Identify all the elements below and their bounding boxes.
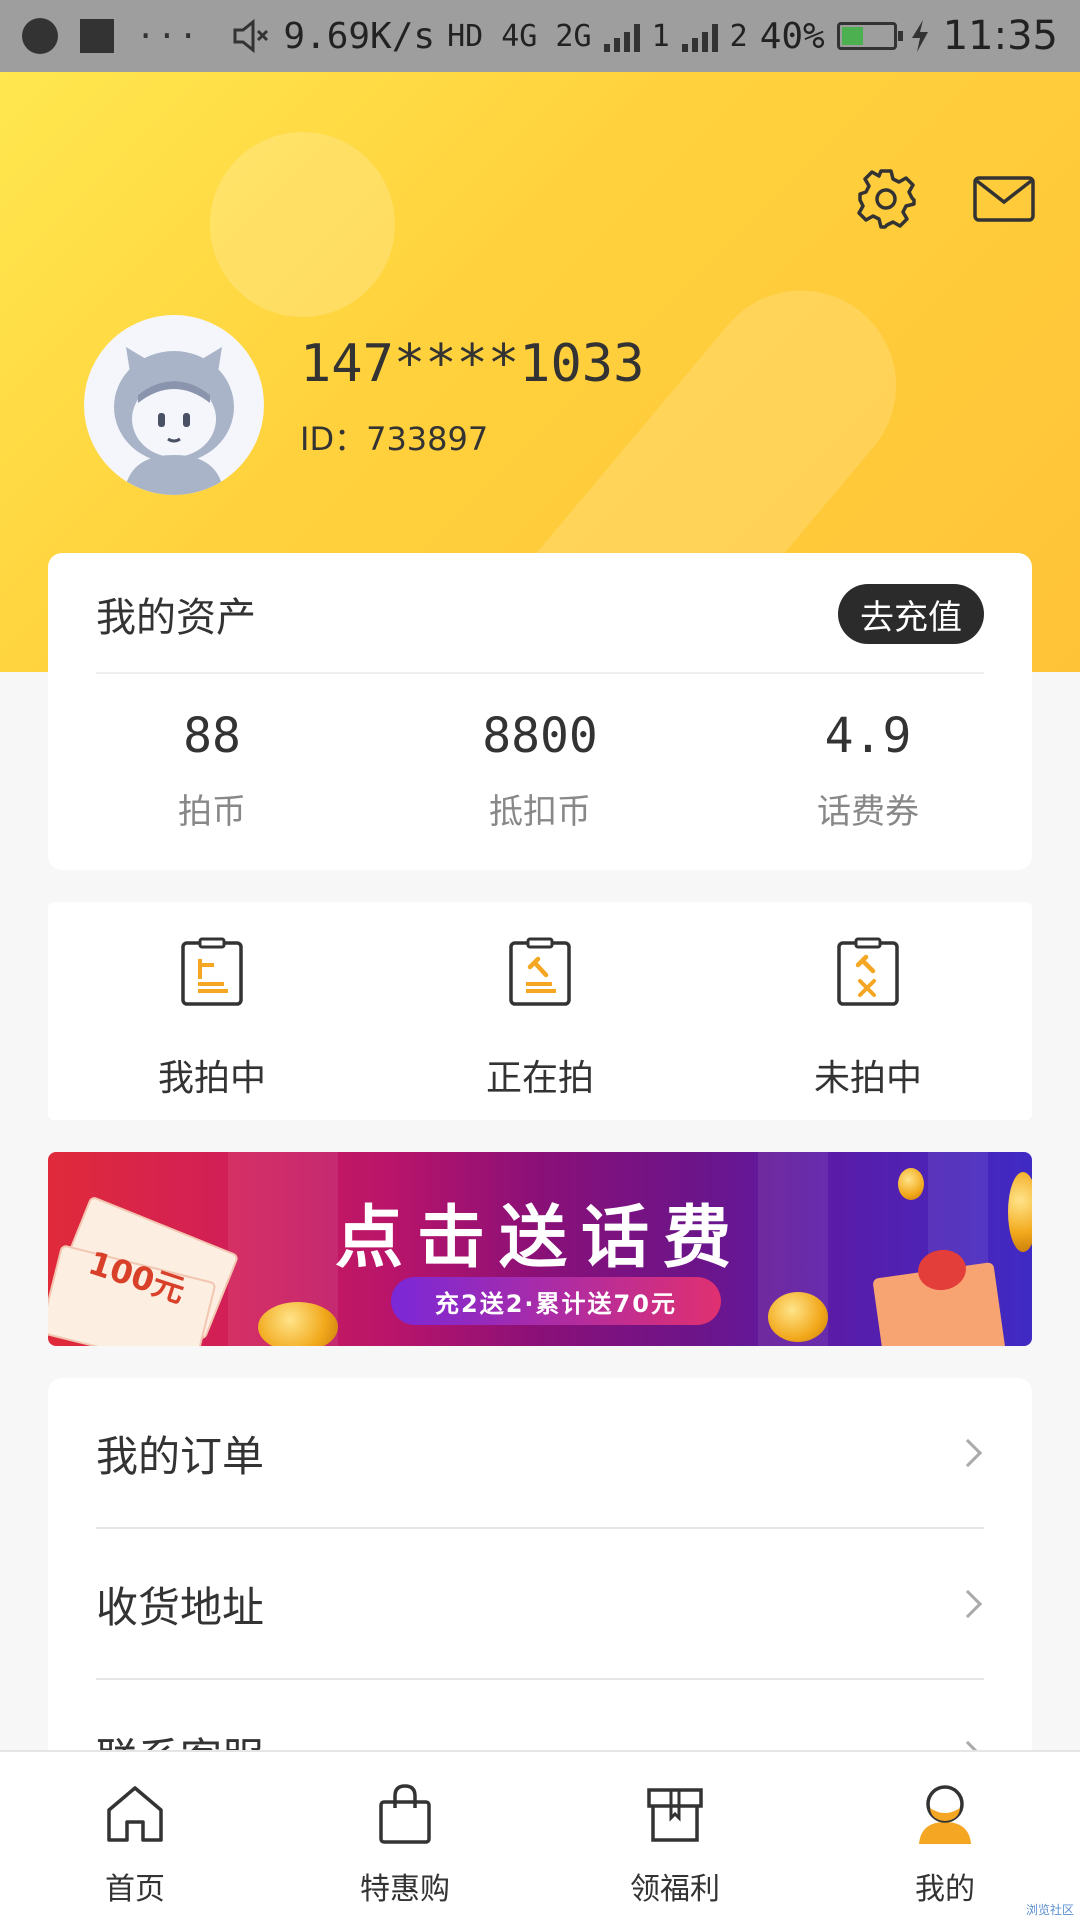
asset-item-dikoubi[interactable]: 8800 抵扣币 (376, 708, 704, 833)
auction-label: 我拍中 (157, 1058, 266, 1099)
auction-lost-item[interactable]: 未拍中 (704, 937, 1032, 1101)
menu-item-orders[interactable]: 我的订单 (96, 1378, 984, 1528)
gold-ingot-icon (258, 1302, 338, 1346)
globe-icon (22, 18, 58, 54)
asset-value: 4.9 (824, 708, 912, 764)
banner-title: 点击送话费 (334, 1199, 745, 1278)
mail-icon (973, 176, 1035, 222)
mute-icon (233, 18, 269, 54)
home-icon (107, 1786, 163, 1842)
asset-value: 8800 (482, 708, 598, 764)
decor-bubble (210, 132, 395, 317)
app-notification-icon (80, 19, 114, 53)
menu-list: 我的订单 收货地址 联系客服 (48, 1378, 1032, 1783)
battery-icon (836, 22, 903, 50)
clock: 11:35 (942, 13, 1058, 59)
user-phone: 147****1033 (300, 334, 645, 394)
chevron-right-icon (953, 1438, 983, 1468)
asset-label: 抵扣币 (489, 792, 591, 832)
tab-benefits[interactable]: 领福利 (595, 1782, 755, 1908)
chevron-right-icon (953, 1589, 983, 1619)
tab-deals[interactable]: 特惠购 (325, 1782, 485, 1908)
assets-title: 我的资产 (96, 595, 256, 641)
asset-item-phone-voucher[interactable]: 4.9 话费券 (704, 708, 1032, 833)
network-types: HD 4G 2G (447, 18, 592, 54)
settings-button[interactable] (851, 164, 921, 234)
network-speed: 9.69K/s (283, 15, 436, 57)
clipboard-bidding-icon (509, 937, 571, 1006)
auction-label: 未拍中 (813, 1058, 922, 1099)
auction-won-item[interactable]: 我拍中 (48, 937, 376, 1101)
auction-label: 正在拍 (485, 1058, 594, 1099)
menu-label: 我的订单 (96, 1431, 265, 1481)
recharge-button[interactable]: 去充值 (838, 584, 984, 644)
tab-label: 我的 (915, 1872, 975, 1907)
divider (96, 672, 984, 674)
avatar[interactable] (84, 315, 264, 495)
gear-icon (857, 169, 916, 229)
more-notifications-icon: ··· (136, 17, 200, 55)
menu-item-address[interactable]: 收货地址 (96, 1529, 984, 1679)
charging-icon (911, 20, 928, 52)
gift-box-icon (647, 1788, 703, 1842)
shopping-bag-icon (379, 1784, 431, 1844)
auction-status-card: 我拍中 正在拍 未拍中 (48, 902, 1032, 1120)
tab-label: 特惠购 (360, 1872, 450, 1907)
banner-subtitle: 充2送2·累计送70元 (391, 1277, 721, 1325)
watermark: 浏览社区 (1025, 1903, 1074, 1917)
gold-ingot-icon (768, 1292, 828, 1342)
battery-percent: 40% (759, 15, 825, 57)
tab-label: 首页 (105, 1872, 165, 1907)
clipboard-lost-icon (837, 937, 899, 1006)
auction-bidding-item[interactable]: 正在拍 (376, 937, 704, 1101)
assets-card: 我的资产 去充值 88 拍币 8800 抵扣币 4.9 话费券 (48, 553, 1032, 870)
user-icon (919, 1785, 971, 1844)
status-bar: ··· 9.69K/s HD 4G 2G 1 2 40% 11:35 (0, 0, 1080, 72)
signal-sim2-icon (681, 20, 718, 52)
tab-me[interactable]: 我的 (865, 1782, 1025, 1908)
signal-sim1-icon (603, 20, 640, 52)
sim2-label: 2 (729, 18, 748, 54)
sim1-label: 1 (651, 18, 670, 54)
asset-value: 88 (183, 708, 241, 764)
clipboard-won-icon (181, 937, 243, 1006)
avatar-cat-icon (114, 347, 234, 495)
menu-label: 收货地址 (96, 1582, 265, 1632)
asset-label: 话费券 (817, 792, 919, 832)
tab-label: 领福利 (630, 1872, 720, 1907)
promo-banner[interactable]: 100元 点击送话费 充2送2·累计送70元 (48, 1152, 1032, 1346)
asset-label: 拍币 (178, 792, 246, 832)
messages-button[interactable] (966, 164, 1042, 234)
tab-home[interactable]: 首页 (55, 1782, 215, 1908)
asset-item-paibi[interactable]: 88 拍币 (48, 708, 376, 833)
user-id: ID：733897 (300, 420, 489, 458)
bottom-tab-bar: 首页 特惠购 领福利 我的 浏览社区 (0, 1750, 1080, 1920)
